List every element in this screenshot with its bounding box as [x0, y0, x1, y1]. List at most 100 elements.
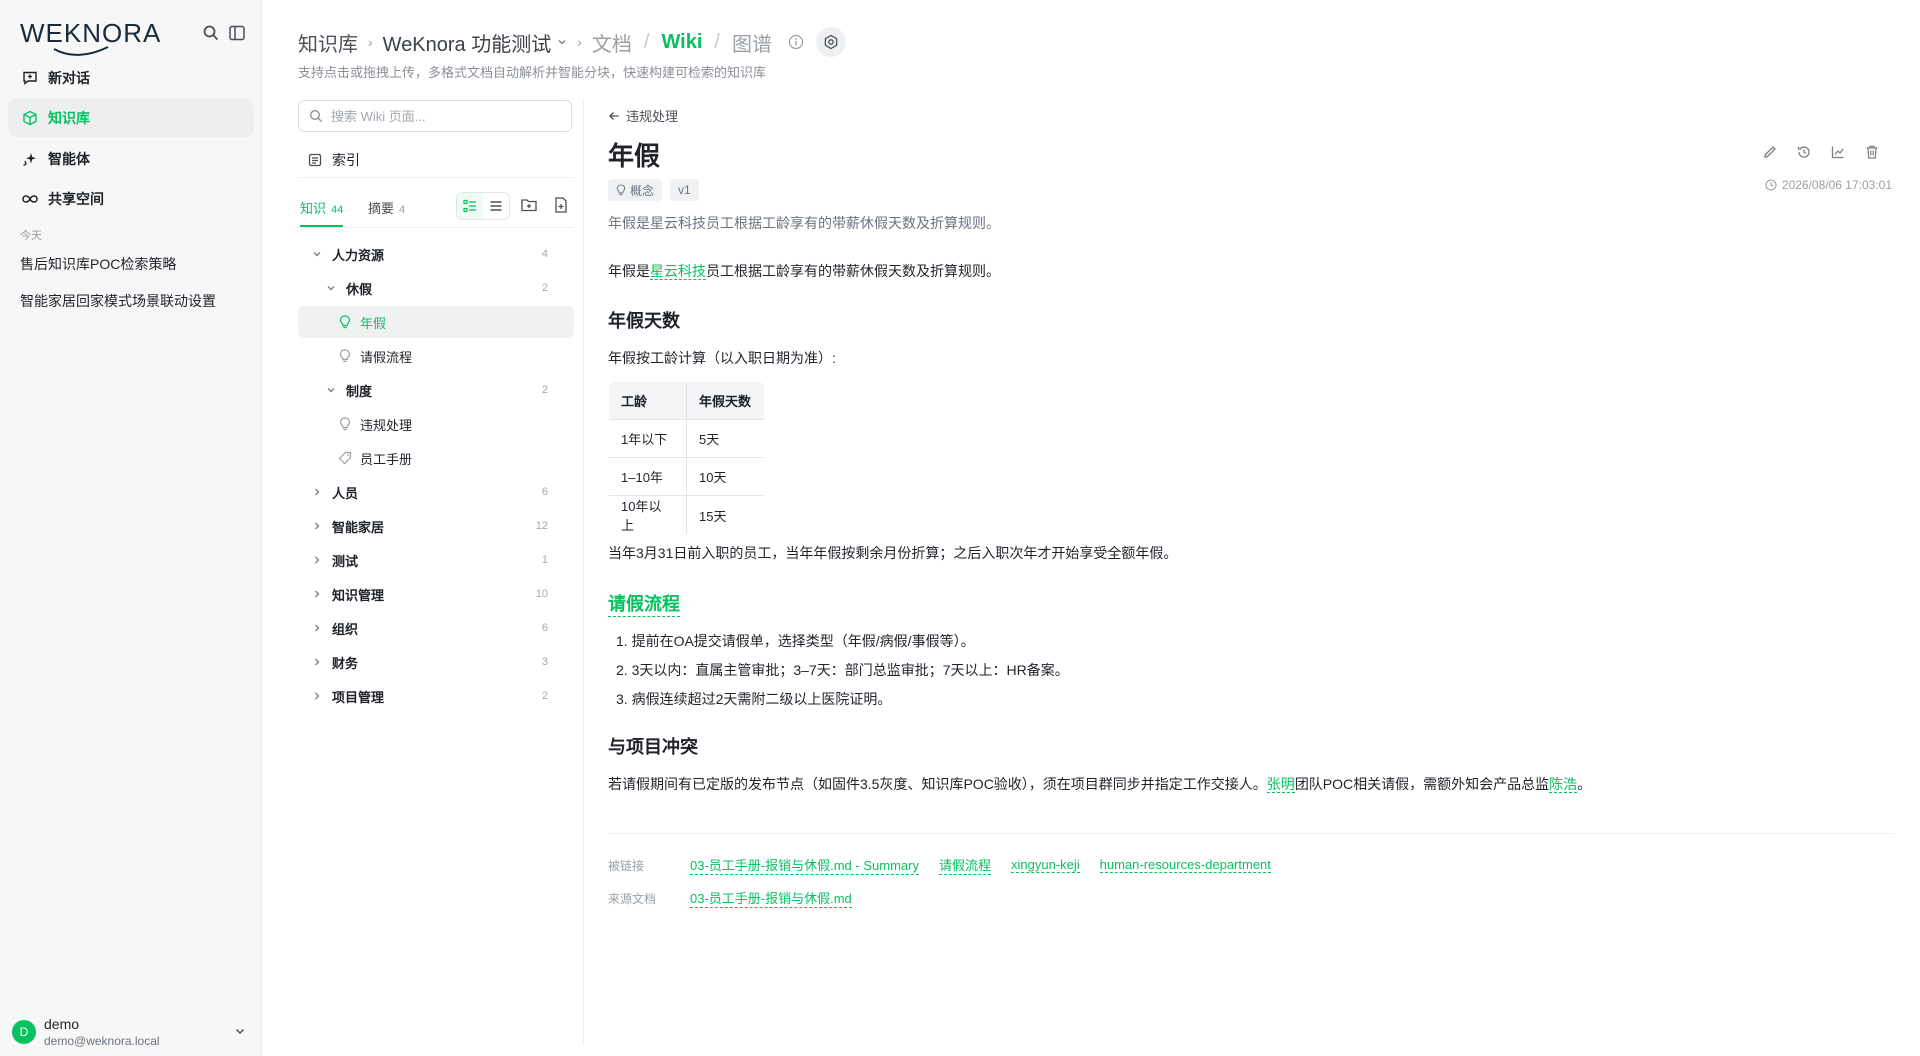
tree-count: 10 — [535, 588, 548, 600]
graph-icon[interactable] — [1828, 142, 1848, 162]
nav-knowledge-base[interactable]: 知识库 — [8, 99, 254, 137]
tree-label: 违规处理 — [360, 417, 413, 433]
page-title: 年假 — [608, 141, 661, 171]
tree-label: 请假流程 — [360, 349, 413, 365]
text: 团队POC相关请假，需额外知会产品总监 — [1294, 776, 1550, 792]
table-cell: 10天 — [686, 457, 764, 496]
history-icon[interactable] — [1794, 142, 1814, 162]
chevron-right-icon — [310, 689, 324, 703]
text: 若请假期间有已定版的发布节点（如固件3.5灰度、知识库POC验收），须在项目群同… — [608, 776, 1267, 792]
tree-folder-leave[interactable]: 休假 2 — [298, 272, 574, 304]
chevron-right-icon — [310, 621, 324, 635]
chevron-down-icon — [558, 40, 566, 45]
table-cell: 5天 — [686, 419, 764, 458]
tree-folder[interactable]: 人员 6 — [298, 476, 574, 508]
tree-folder[interactable]: 财务 3 — [298, 646, 574, 678]
tree-folder-policy[interactable]: 制度 2 — [298, 374, 574, 406]
tab-count: 44 — [331, 204, 344, 216]
tree-label: 员工手册 — [360, 451, 413, 467]
settings-button[interactable] — [815, 27, 846, 57]
tree-label: 年假 — [360, 315, 387, 331]
tree-folder[interactable]: 知识管理 10 — [298, 578, 574, 610]
new-page-icon[interactable] — [552, 196, 572, 216]
text: 。 — [1577, 776, 1592, 792]
backlink[interactable]: 请假流程 — [938, 855, 991, 875]
tab-graph[interactable]: 图谱 — [732, 28, 772, 57]
search-icon[interactable] — [202, 24, 222, 44]
tree-folder[interactable]: 测试 1 — [298, 544, 574, 576]
backlink[interactable]: human-resources-department — [1099, 857, 1271, 873]
nav-label: 知识库 — [48, 110, 90, 126]
heading-leave-process-link[interactable]: 请假流程 — [608, 590, 680, 617]
chevron-down-icon[interactable] — [234, 1025, 246, 1037]
wiki-link[interactable]: 星云科技 — [650, 263, 706, 280]
clock-icon — [1765, 179, 1777, 191]
breadcrumb-root[interactable]: 知识库 — [298, 28, 358, 57]
tab-summary[interactable]: 摘要 4 — [368, 198, 405, 225]
index-link[interactable]: 索引 — [298, 142, 574, 178]
kb-selector[interactable]: WeKnora 功能测试 — [383, 28, 568, 57]
tree-label: 项目管理 — [332, 689, 385, 705]
edit-icon[interactable] — [1760, 142, 1780, 162]
chevron-down-icon — [324, 383, 338, 397]
backlinks-label: 被链接 — [608, 858, 645, 873]
sidebar-toggle-icon[interactable] — [228, 24, 248, 44]
person-link[interactable]: 陈浩 — [1549, 776, 1578, 793]
new-folder-icon[interactable] — [520, 196, 540, 216]
tree-page-violations[interactable]: 违规处理 — [298, 408, 574, 440]
history-item[interactable]: 售后知识库POC检索策略 — [20, 254, 176, 274]
tab-knowledge[interactable]: 知识 44 — [300, 198, 344, 227]
history-item[interactable]: 智能家居回家模式场景联动设置 — [20, 291, 216, 311]
tree-count: 1 — [541, 554, 548, 566]
tree-folder[interactable]: 智能家居 12 — [298, 510, 574, 542]
section-today-label: 今天 — [20, 230, 42, 242]
tree-folder[interactable]: 组织 6 — [298, 612, 574, 644]
lightbulb-icon — [616, 184, 626, 196]
source-doc-link[interactable]: 03-员工手册-报销与休假.md — [690, 888, 852, 908]
tree-page-annual-leave[interactable]: 年假 — [298, 306, 574, 338]
sidebar: WEKNORA 新对话 知识库 智能体 共享空间 今天 售后知识库POC检索策略… — [0, 0, 262, 1056]
tree-count: 6 — [541, 622, 548, 634]
tab-wiki[interactable]: Wiki — [661, 31, 702, 54]
tree-folder[interactable]: 项目管理 2 — [298, 680, 574, 712]
list-view-button[interactable] — [483, 193, 509, 219]
tree-page-leave-process[interactable]: 请假流程 — [298, 340, 574, 372]
backlink[interactable]: xingyun-keji — [1010, 857, 1080, 873]
version-badge: v1 — [670, 179, 699, 201]
back-link[interactable]: 违规处理 — [608, 106, 678, 125]
backlink[interactable]: 03-员工手册-报销与休假.md - Summary — [690, 855, 919, 875]
heading-annual-days: 年假天数 — [608, 311, 680, 331]
nav-agents[interactable]: 智能体 — [8, 140, 254, 178]
tree-label: 财务 — [332, 655, 359, 671]
nav-label: 新对话 — [48, 70, 90, 86]
sources-row: 来源文档 03-员工手册-报销与休假.md — [608, 888, 872, 908]
table-row: 1年以下 5天 — [609, 419, 764, 458]
conflict-paragraph: 若请假期间有已定版的发布节点（如固件3.5灰度、知识库POC验收），须在项目群同… — [608, 774, 1591, 794]
lightbulb-icon — [338, 315, 352, 329]
wiki-search-input[interactable] — [331, 108, 551, 124]
document-list-icon — [308, 153, 322, 167]
person-link[interactable]: 张明 — [1266, 776, 1295, 793]
lightbulb-icon — [338, 349, 352, 363]
tree-page-handbook[interactable]: 员工手册 — [298, 442, 574, 474]
tree-view-icon — [463, 199, 476, 213]
nav-shared-space[interactable]: 共享空间 — [8, 180, 254, 218]
search-icon — [309, 109, 322, 122]
tab-count: 4 — [399, 204, 406, 216]
tree-view-button[interactable] — [457, 193, 483, 219]
text: 年假是 — [608, 263, 650, 279]
tree-folder-hr[interactable]: 人力资源 4 — [298, 238, 574, 270]
tree-label: 制度 — [346, 383, 373, 399]
tree-count: 12 — [535, 520, 548, 532]
nav-new-chat[interactable]: 新对话 — [8, 59, 254, 97]
table-cell: 15天 — [686, 495, 764, 534]
tree-label: 组织 — [332, 621, 359, 637]
proration-paragraph: 当年3月31日前入职的员工，当年年假按剩余月份折算；之后入职次年才开始享受全额年… — [608, 545, 1178, 561]
trash-icon[interactable] — [1862, 142, 1882, 162]
process-steps: 1. 提前在OA提交请假单，选择类型（年假/病假/事假等）。 2. 3天以内：直… — [616, 631, 1069, 718]
tree-label: 测试 — [332, 553, 359, 569]
info-icon[interactable] — [788, 34, 804, 50]
user-menu[interactable]: D demo demo@weknora.local — [12, 1015, 254, 1049]
tab-documents[interactable]: 文档 — [592, 28, 632, 57]
page-tags: 概念 v1 — [608, 179, 707, 201]
